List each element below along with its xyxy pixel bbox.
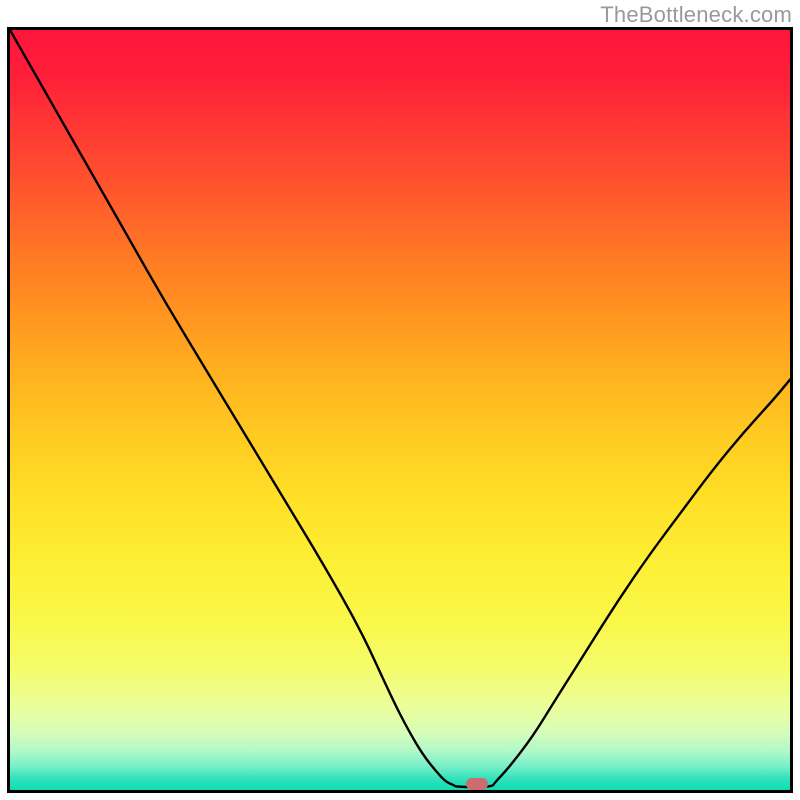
optimal-marker	[466, 778, 488, 790]
watermark-label: TheBottleneck.com	[600, 2, 792, 28]
plot-area	[7, 27, 793, 793]
bottleneck-curve	[10, 30, 790, 787]
chart-frame: { "watermark": "TheBottleneck.com", "cha…	[0, 0, 800, 800]
curve-layer	[10, 30, 790, 790]
